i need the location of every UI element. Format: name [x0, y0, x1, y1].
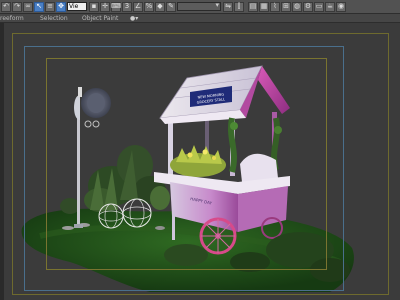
viewport-title-safe-frame — [46, 58, 327, 270]
